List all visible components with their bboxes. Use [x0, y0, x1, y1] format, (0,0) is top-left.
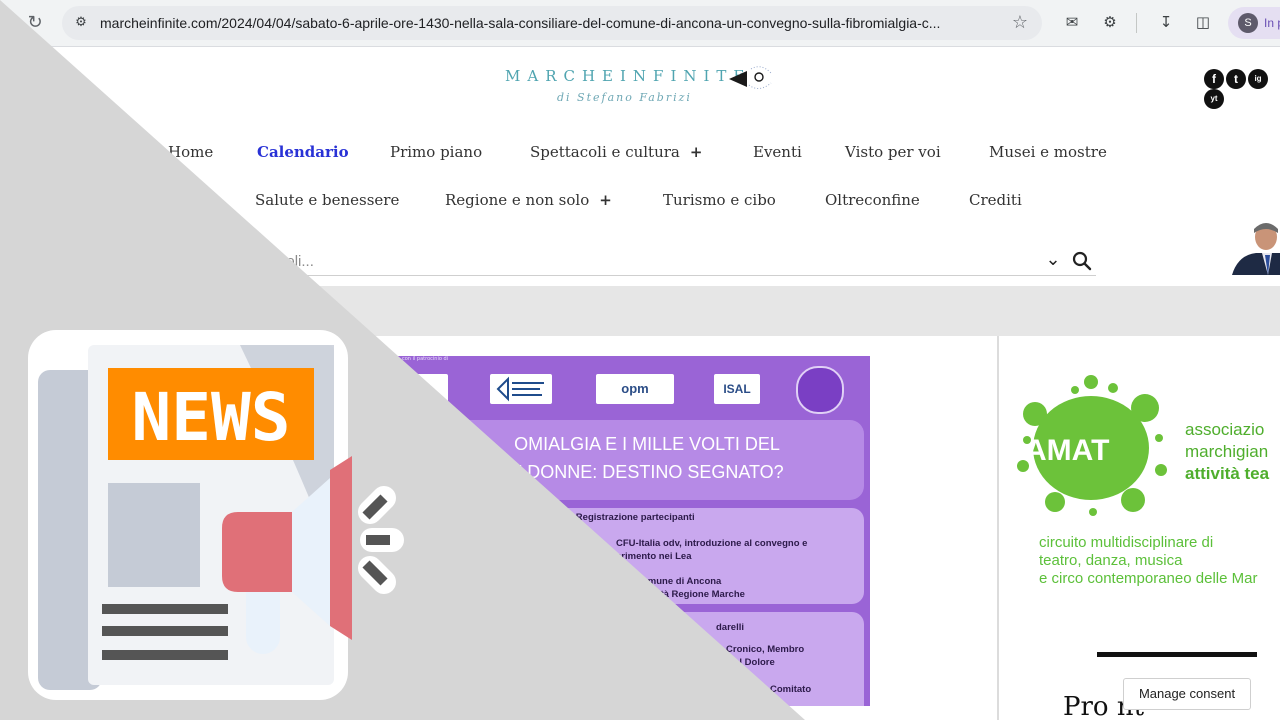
program-line: - Registrazione partecipanti	[570, 512, 695, 523]
extensions-icon[interactable]: ⚙	[1100, 12, 1120, 32]
amat-description: e circo contemporaneo delle Mar	[1039, 570, 1258, 587]
poster-title-line: OMIALGIA E I MILLE VOLTI DEL	[514, 434, 780, 454]
poster-patronage-text: con il patrocinio di	[402, 356, 449, 362]
manage-consent-button[interactable]: Manage consent	[1123, 678, 1251, 710]
section-divider	[1097, 652, 1257, 657]
nav-calendario[interactable]: Calendario	[257, 143, 349, 161]
instagram-icon[interactable]: ig	[1248, 69, 1268, 89]
nav-oltreconfine[interactable]: Oltreconfine	[825, 191, 920, 209]
nav-crediti[interactable]: Crediti	[969, 191, 1022, 209]
sponsor-logo-isal: ISAL	[714, 374, 760, 404]
poster-title-box: OMIALGIA E I MILLE VOLTI DEL E DONNE: DE…	[430, 420, 864, 500]
nav-visto-per-voi[interactable]: Visto per voi	[845, 143, 941, 161]
browser-toolbar: ↻ ⚙ marcheinfinite.com/2024/04/04/sabato…	[0, 0, 1280, 47]
amat-description: circuito multidisciplinare di	[1039, 534, 1214, 551]
nav-regione[interactable]: Regione e non solo +	[445, 191, 612, 209]
amat-description: teatro, danza, musica	[1039, 552, 1183, 569]
nav-primo-piano[interactable]: Primo piano	[390, 143, 482, 161]
reload-icon[interactable]: ↻	[24, 12, 46, 34]
gmail-extension-icon[interactable]: ✉	[1062, 12, 1082, 32]
twitter-icon[interactable]: t	[1226, 69, 1246, 89]
nav-eventi[interactable]: Eventi	[753, 143, 802, 161]
nav-regione-label: Regione e non solo	[445, 191, 590, 209]
logo-subtitle: di Stefano Fabrizi	[557, 91, 692, 104]
poster-title: OMIALGIA E I MILLE VOLTI DEL E DONNE: DE…	[430, 430, 864, 486]
expand-plus-icon[interactable]: +	[690, 143, 703, 161]
nav-home[interactable]: Home	[168, 143, 213, 161]
profile-label: In p	[1264, 16, 1280, 30]
program-box: - Registrazione partecipanti CFU-Italia …	[430, 508, 864, 604]
amat-logo-text: AMAT	[1025, 434, 1109, 467]
cfu-tree-logo	[796, 366, 844, 414]
content-divider-band	[0, 286, 1280, 336]
nav-spettacoli[interactable]: Spettacoli e cultura +	[530, 143, 702, 161]
download-icon[interactable]: ↧	[1156, 12, 1176, 32]
amat-splash-logo[interactable]: AMAT	[1015, 374, 1167, 516]
toolbar-divider	[1136, 13, 1137, 33]
expand-plus-icon[interactable]: +	[599, 191, 612, 209]
site-header: MARCHEINFINITE di Stefano Fabrizi f t ig yt…	[0, 47, 1280, 285]
program-line: erimento nei Lea	[616, 551, 692, 562]
site-info-icon[interactable]: ⚙	[72, 14, 90, 32]
poster-title-line: E DONNE: DESTINO SEGNATO?	[510, 462, 784, 482]
program-line: omune di Ancona	[642, 576, 722, 587]
amat-name-line: associazio	[1185, 420, 1265, 439]
nav-spettacoli-label: Spettacoli e cultura	[530, 143, 680, 161]
chevron-down-icon[interactable]: ⌄	[1042, 247, 1064, 273]
social-links: f t ig yt	[1204, 69, 1280, 109]
eye-logo-icon	[729, 66, 772, 89]
logo-title: MARCHEINFINITE	[505, 67, 752, 85]
nav-turismo[interactable]: Turismo e cibo	[663, 191, 776, 209]
facebook-icon[interactable]: f	[1204, 69, 1224, 89]
amat-name-line: attività tea	[1185, 464, 1270, 483]
program-line: CFU-Italia odv, introduzione al convegno…	[616, 538, 808, 549]
sidebar: AMAT associazio marchigian attività tea …	[997, 336, 1280, 722]
site-logo[interactable]: MARCHEINFINITE di Stefano Fabrizi	[505, 65, 775, 109]
program-box: darelli lore Cronico, Membro gia e del D…	[430, 612, 864, 706]
search-icon[interactable]	[1070, 247, 1094, 273]
avatar: S	[1238, 13, 1258, 33]
address-url[interactable]: marcheinfinite.com/2024/04/04/sabato-6-a…	[100, 6, 1010, 40]
sponsor-logo-opm: opm	[596, 374, 674, 404]
sponsor-logo	[390, 374, 448, 404]
amat-name-line: marchigian	[1185, 442, 1269, 461]
asur-logo-icon	[496, 376, 544, 402]
program-line: dente Comitato	[742, 684, 812, 695]
profile-button[interactable]: S In p	[1228, 7, 1280, 39]
program-line: darelli	[716, 622, 744, 633]
isal-label: ISAL	[723, 382, 751, 396]
nav-musei[interactable]: Musei e mostre	[989, 143, 1107, 161]
bookmark-star-icon[interactable]: ☆	[1010, 13, 1030, 33]
youtube-icon[interactable]: yt	[1204, 89, 1224, 109]
program-line: lore Cronico, Membro	[706, 644, 805, 655]
author-photo	[1232, 215, 1280, 275]
program-line: gia e del Dolore	[704, 657, 775, 668]
event-poster[interactable]: con il patrocinio di opm ISAL OMIALGIA E…	[390, 356, 870, 706]
address-bar[interactable]: ⚙ marcheinfinite.com/2024/04/04/sabato-6…	[62, 6, 1042, 40]
side-panel-icon[interactable]: ◫	[1193, 12, 1213, 32]
search-bar: ⌄	[220, 247, 1096, 276]
nav-salute[interactable]: Salute e benessere	[255, 191, 399, 209]
search-input[interactable]	[220, 249, 1038, 273]
sponsor-logo-asur	[490, 374, 552, 404]
opm-label: opm	[621, 381, 649, 396]
program-line: nità Regione Marche	[652, 589, 745, 600]
